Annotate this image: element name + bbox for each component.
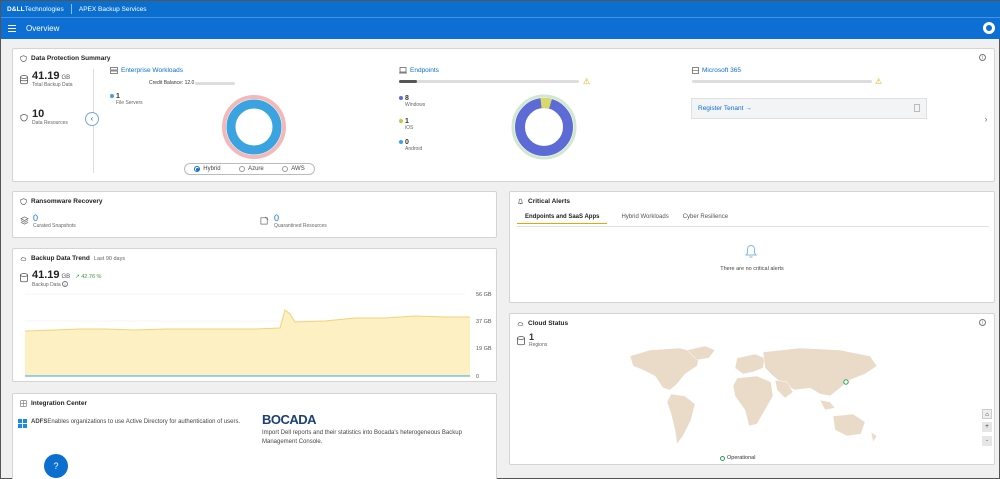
data-resources-stat: 10 Data Resources [32, 108, 68, 126]
laptop-icon [399, 67, 407, 74]
cloud-icon [20, 256, 27, 261]
trash-icon[interactable] [914, 104, 920, 112]
grid-icon [20, 400, 27, 407]
zoom-out-button[interactable]: - [982, 436, 992, 446]
radio-hybrid[interactable]: Hybrid [194, 166, 221, 172]
radio-azure[interactable]: Azure [239, 166, 264, 172]
regions-stat: 1 Regions [529, 332, 548, 348]
app-title: APEX Backup Services [78, 5, 147, 13]
deployment-radio-group: Hybrid Azure AWS [184, 163, 315, 175]
warning-icon[interactable]: ⚠ [875, 77, 882, 86]
tab-hybrid-workloads[interactable]: Hybrid Workloads [621, 214, 668, 224]
info-icon[interactable]: i [979, 319, 986, 326]
backup-data-trend-card: Backup Data Trend Last 90 days 41.19 GB … [12, 248, 497, 382]
shield-icon [20, 55, 27, 62]
operational-legend-dot [720, 455, 725, 461]
cloud-icon [517, 321, 524, 326]
empty-alerts-text: There are no critical alerts [720, 266, 784, 272]
register-tenant-button[interactable]: Register Tenant → [691, 98, 927, 119]
enterprise-workloads-header: Enterprise Workloads [110, 67, 183, 74]
integration-center-card: Integration Center ADFSEnables organizat… [12, 393, 497, 479]
endpoints-header: Endpoints [399, 67, 439, 74]
map-home-button[interactable]: ⌂ [982, 409, 992, 419]
database-icon [20, 75, 28, 85]
enterprise-donut-chart [222, 95, 286, 159]
tab-cyber-resilience[interactable]: Cyber Resilience [683, 214, 728, 224]
endpoint-android-stat: 0 Android [399, 139, 422, 152]
menu-icon[interactable] [8, 25, 16, 32]
m365-link[interactable]: Microsoft 365 [702, 67, 741, 74]
user-profile-icon[interactable] [983, 22, 995, 34]
card-title: Backup Data Trend Last 90 days [20, 255, 125, 262]
curated-snapshots-stat: 0 Curated Snapshots [33, 213, 76, 229]
bocada-logo[interactable]: BOCADA [262, 412, 317, 427]
backup-trend-chart: 56 GB 37 GB 19 GB 0 [25, 292, 492, 380]
shield-check-icon [20, 113, 28, 122]
critical-alerts-card: Critical Alerts Endpoints and SaaS Apps … [509, 191, 995, 303]
tick-19: 19 GB [476, 346, 492, 352]
ransomware-recovery-card: Ransomware Recovery 0 Curated Snapshots … [12, 191, 497, 238]
info-icon[interactable]: i [979, 54, 986, 61]
office-icon [692, 67, 699, 74]
windows-logo-icon [18, 419, 27, 428]
layers-icon [20, 216, 29, 225]
world-map[interactable] [625, 344, 895, 456]
tick-37: 37 GB [476, 319, 492, 325]
m365-header: Microsoft 365 [692, 67, 741, 74]
quarantined-resources-stat: 0 Quarantined Resources [274, 213, 327, 229]
database-icon [517, 336, 525, 346]
alert-tabs: Endpoints and SaaS Apps Hybrid Workloads… [517, 214, 728, 224]
nav-bar: Overview [1, 18, 1000, 39]
credit-balance: Credit Balance: 12.0 [149, 80, 195, 86]
server-icon [110, 67, 118, 74]
warning-icon[interactable]: ⚠ [583, 77, 590, 86]
quarantine-icon [260, 216, 269, 225]
endpoint-windows-stat: 8 Windows [399, 95, 425, 108]
m365-usage-bar [692, 80, 872, 83]
backup-data-stat: 41.19 GB ↗ 42.76 % Backup Data i [32, 269, 102, 288]
page-title: Overview [26, 24, 60, 33]
cloud-status-card: Cloud Status i 1 Regions ⌂ + - Operation… [509, 313, 995, 465]
bell-icon [517, 198, 524, 205]
tab-endpoints-saas[interactable]: Endpoints and SaaS Apps [517, 214, 608, 224]
carousel-next-button[interactable]: › [980, 112, 992, 126]
card-title: Integration Center [20, 400, 87, 407]
carousel-prev-button[interactable]: ‹ [85, 112, 99, 126]
enterprise-workloads-link[interactable]: Enterprise Workloads [121, 67, 183, 74]
bocada-description: Import Dell reports and their statistics… [262, 430, 462, 445]
bell-empty-icon [745, 244, 757, 258]
tick-56: 56 GB [476, 292, 492, 298]
endpoint-ios-stat: 1 iOS [399, 118, 413, 131]
brand-logo[interactable]: D&LLTechnologies [7, 6, 64, 13]
adfs-integration[interactable]: ADFSEnables organizations to use Active … [31, 419, 251, 425]
operational-region-marker [843, 379, 849, 385]
credit-balance-bar [195, 82, 235, 85]
data-protection-summary-card: Data Protection Summary i 41.19 GB Total… [12, 48, 995, 182]
top-bar: D&LLTechnologies APEX Backup Services [1, 1, 1000, 18]
legend-dot [110, 94, 114, 98]
radio-aws[interactable]: AWS [282, 166, 305, 172]
info-icon[interactable]: i [62, 281, 69, 287]
tick-0: 0 [476, 374, 479, 380]
file-servers-stat: 1 File Servers [110, 93, 143, 106]
endpoints-link[interactable]: Endpoints [410, 67, 439, 74]
card-title: Cloud Status [517, 320, 568, 327]
total-backup-stat: 41.19 GB Total Backup Data [32, 70, 73, 88]
divider [70, 4, 72, 14]
tabs-underline [517, 226, 989, 227]
help-chat-button[interactable]: ? [44, 454, 68, 478]
change-indicator: ↗ 42.76 % [75, 274, 102, 280]
shield-icon [20, 198, 27, 205]
card-title: Critical Alerts [517, 198, 570, 205]
map-legend: Operational [720, 455, 755, 461]
card-title: Ransomware Recovery [20, 198, 103, 205]
endpoints-donut-chart [511, 94, 577, 160]
zoom-in-button[interactable]: + [982, 422, 992, 432]
endpoints-usage-bar [399, 80, 579, 83]
card-title: Data Protection Summary [20, 55, 110, 62]
database-icon [20, 273, 28, 283]
